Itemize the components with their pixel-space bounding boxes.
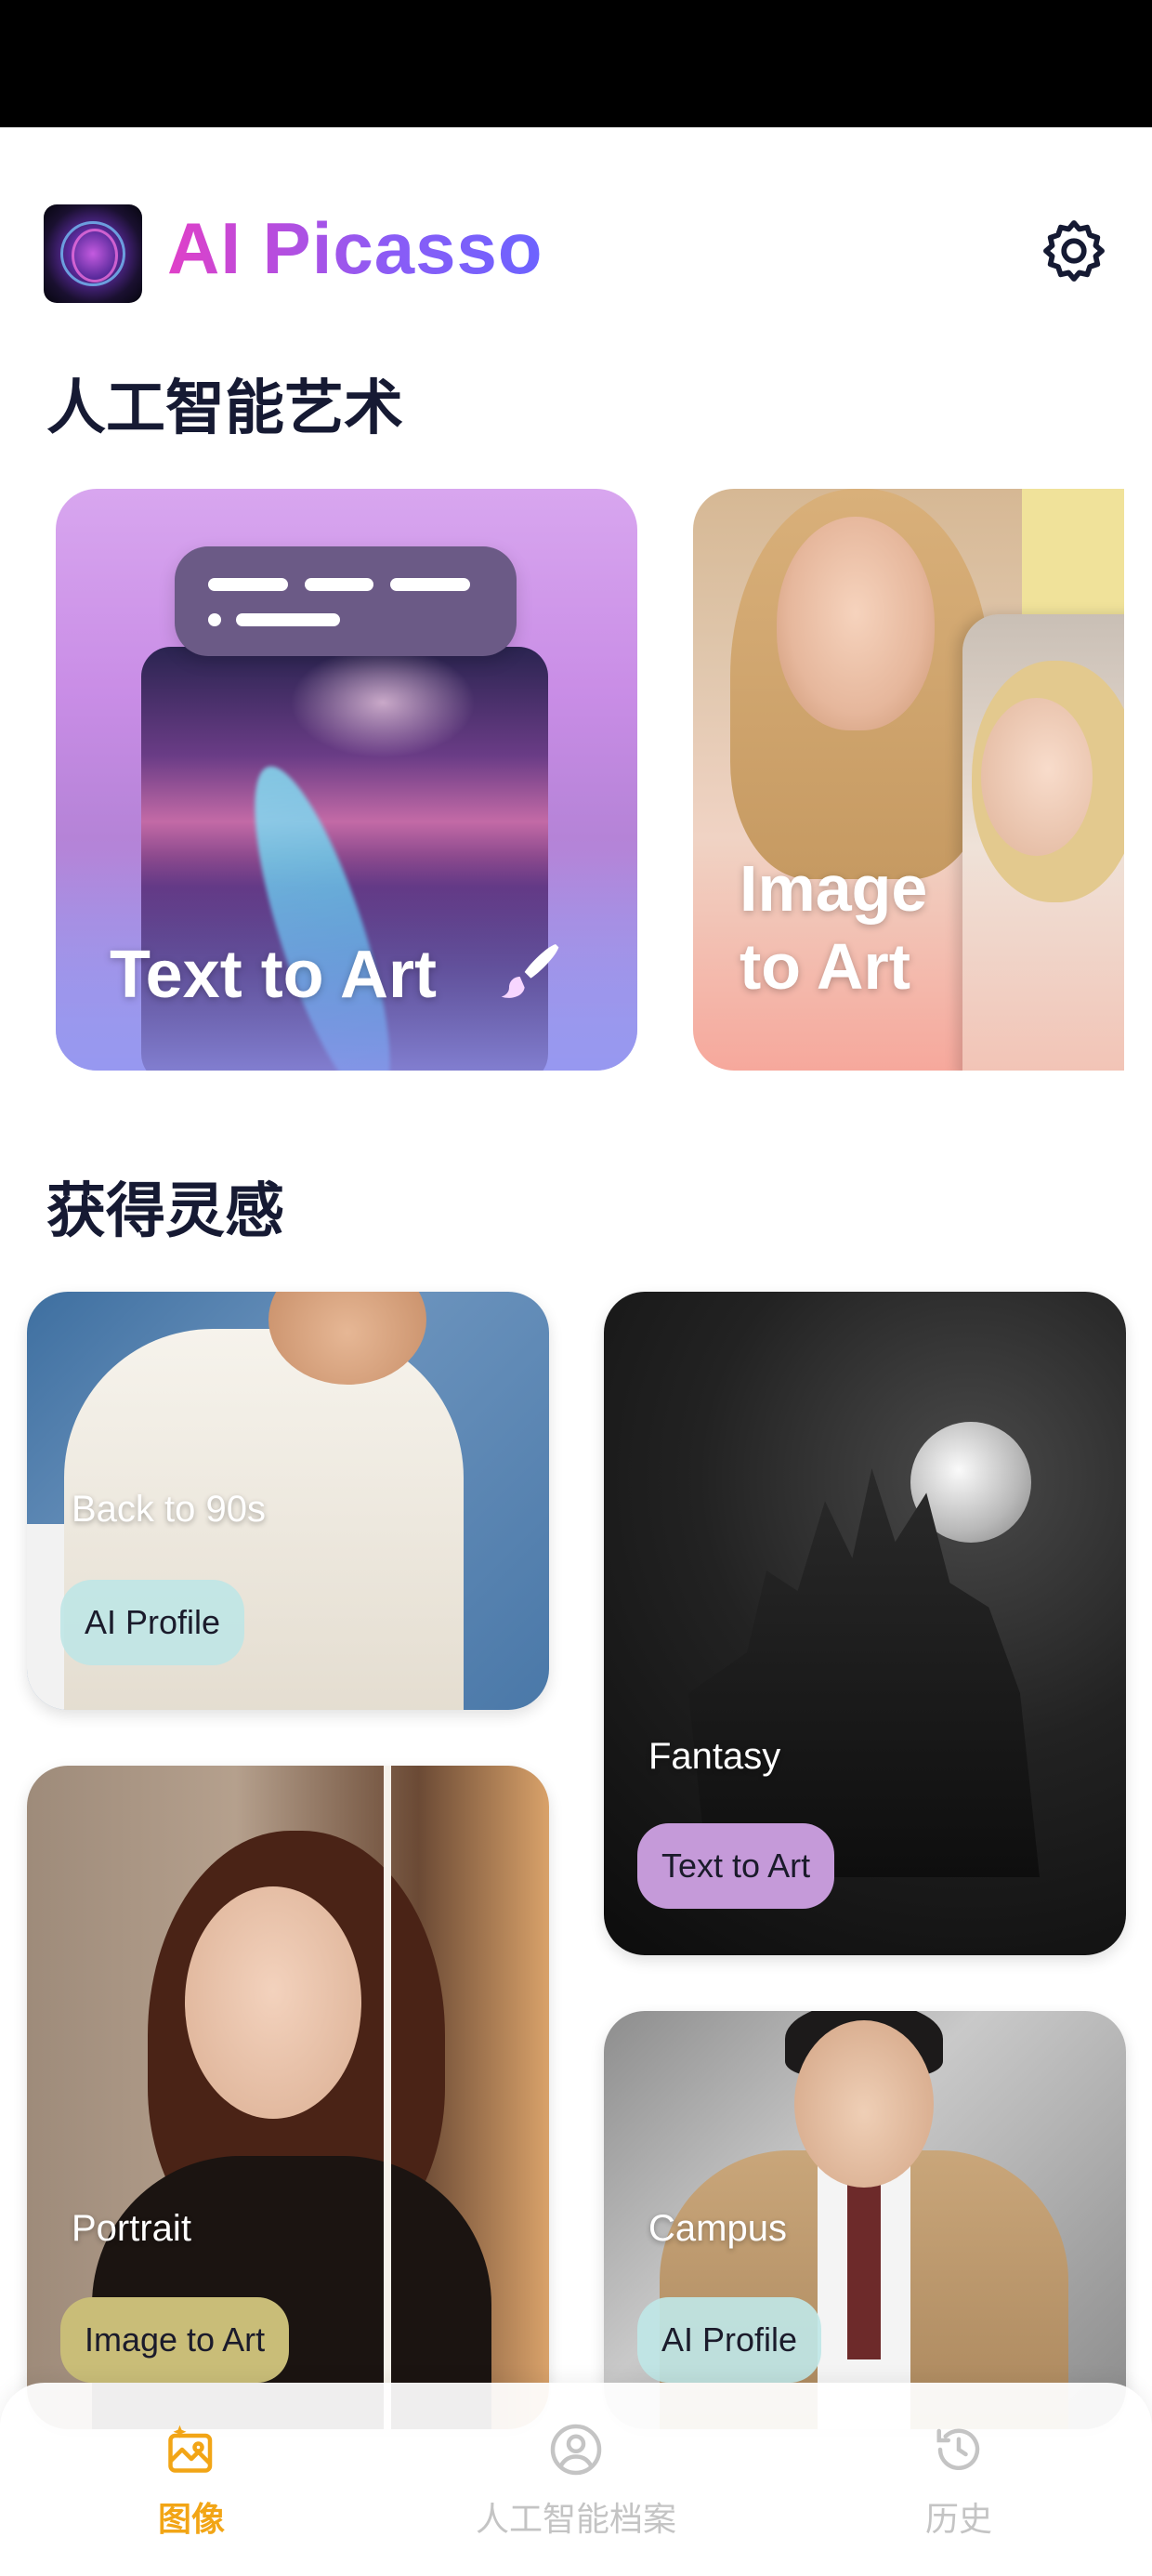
tag-pill[interactable]: AI Profile <box>637 2297 822 2383</box>
paintbrush-icon <box>501 944 559 998</box>
inspiration-card-portrait[interactable]: Portrait Image to Art <box>27 1766 549 2429</box>
nav-item-image[interactable]: 图像 <box>52 2383 331 2576</box>
inspiration-card-campus[interactable]: Campus AI Profile <box>604 2011 1126 2429</box>
inspiration-title: Back to 90s <box>72 1489 267 1530</box>
inspiration-title: Campus <box>648 2208 787 2249</box>
section-title-inspiration: 获得灵感 <box>46 1177 284 1244</box>
tag-pill[interactable]: Image to Art <box>60 2297 290 2383</box>
inspiration-title: Portrait <box>72 2208 191 2249</box>
app-logo <box>44 204 142 303</box>
image-to-art-card[interactable]: Image to Art <box>693 489 1124 1071</box>
inspiration-card-fantasy[interactable]: Fantasy Text to Art <box>604 1292 1126 1955</box>
nav-item-ai-profile[interactable]: 人工智能档案 <box>437 2383 715 2576</box>
portrait-photo <box>777 517 935 730</box>
app-title: AI Picasso <box>167 207 543 289</box>
inspiration-title: Fantasy <box>648 1736 781 1777</box>
text-to-art-label: Text to Art <box>110 938 437 1012</box>
settings-icon[interactable] <box>1039 216 1109 286</box>
tag-pill[interactable]: AI Profile <box>60 1580 245 1665</box>
user-circle-icon <box>550 2424 602 2476</box>
image-sparkle-icon <box>168 2425 213 2473</box>
stylized-photo <box>962 614 1124 1071</box>
status-bar <box>0 0 1152 127</box>
tag-pill[interactable]: Text to Art <box>637 1823 835 1909</box>
text-to-art-card[interactable]: Text to Art <box>56 489 637 1071</box>
inspiration-card-back-to-90s[interactable]: Back to 90s AI Profile <box>27 1292 549 1710</box>
bottom-navigation: 图像 人工智能档案 历史 <box>0 2383 1152 2576</box>
history-icon <box>936 2428 980 2470</box>
image-to-art-label: Image to Art <box>740 852 928 1003</box>
prompt-bubble <box>175 546 517 656</box>
section-title-ai-art: 人工智能艺术 <box>46 375 403 441</box>
nav-item-history[interactable]: 历史 <box>819 2383 1098 2576</box>
